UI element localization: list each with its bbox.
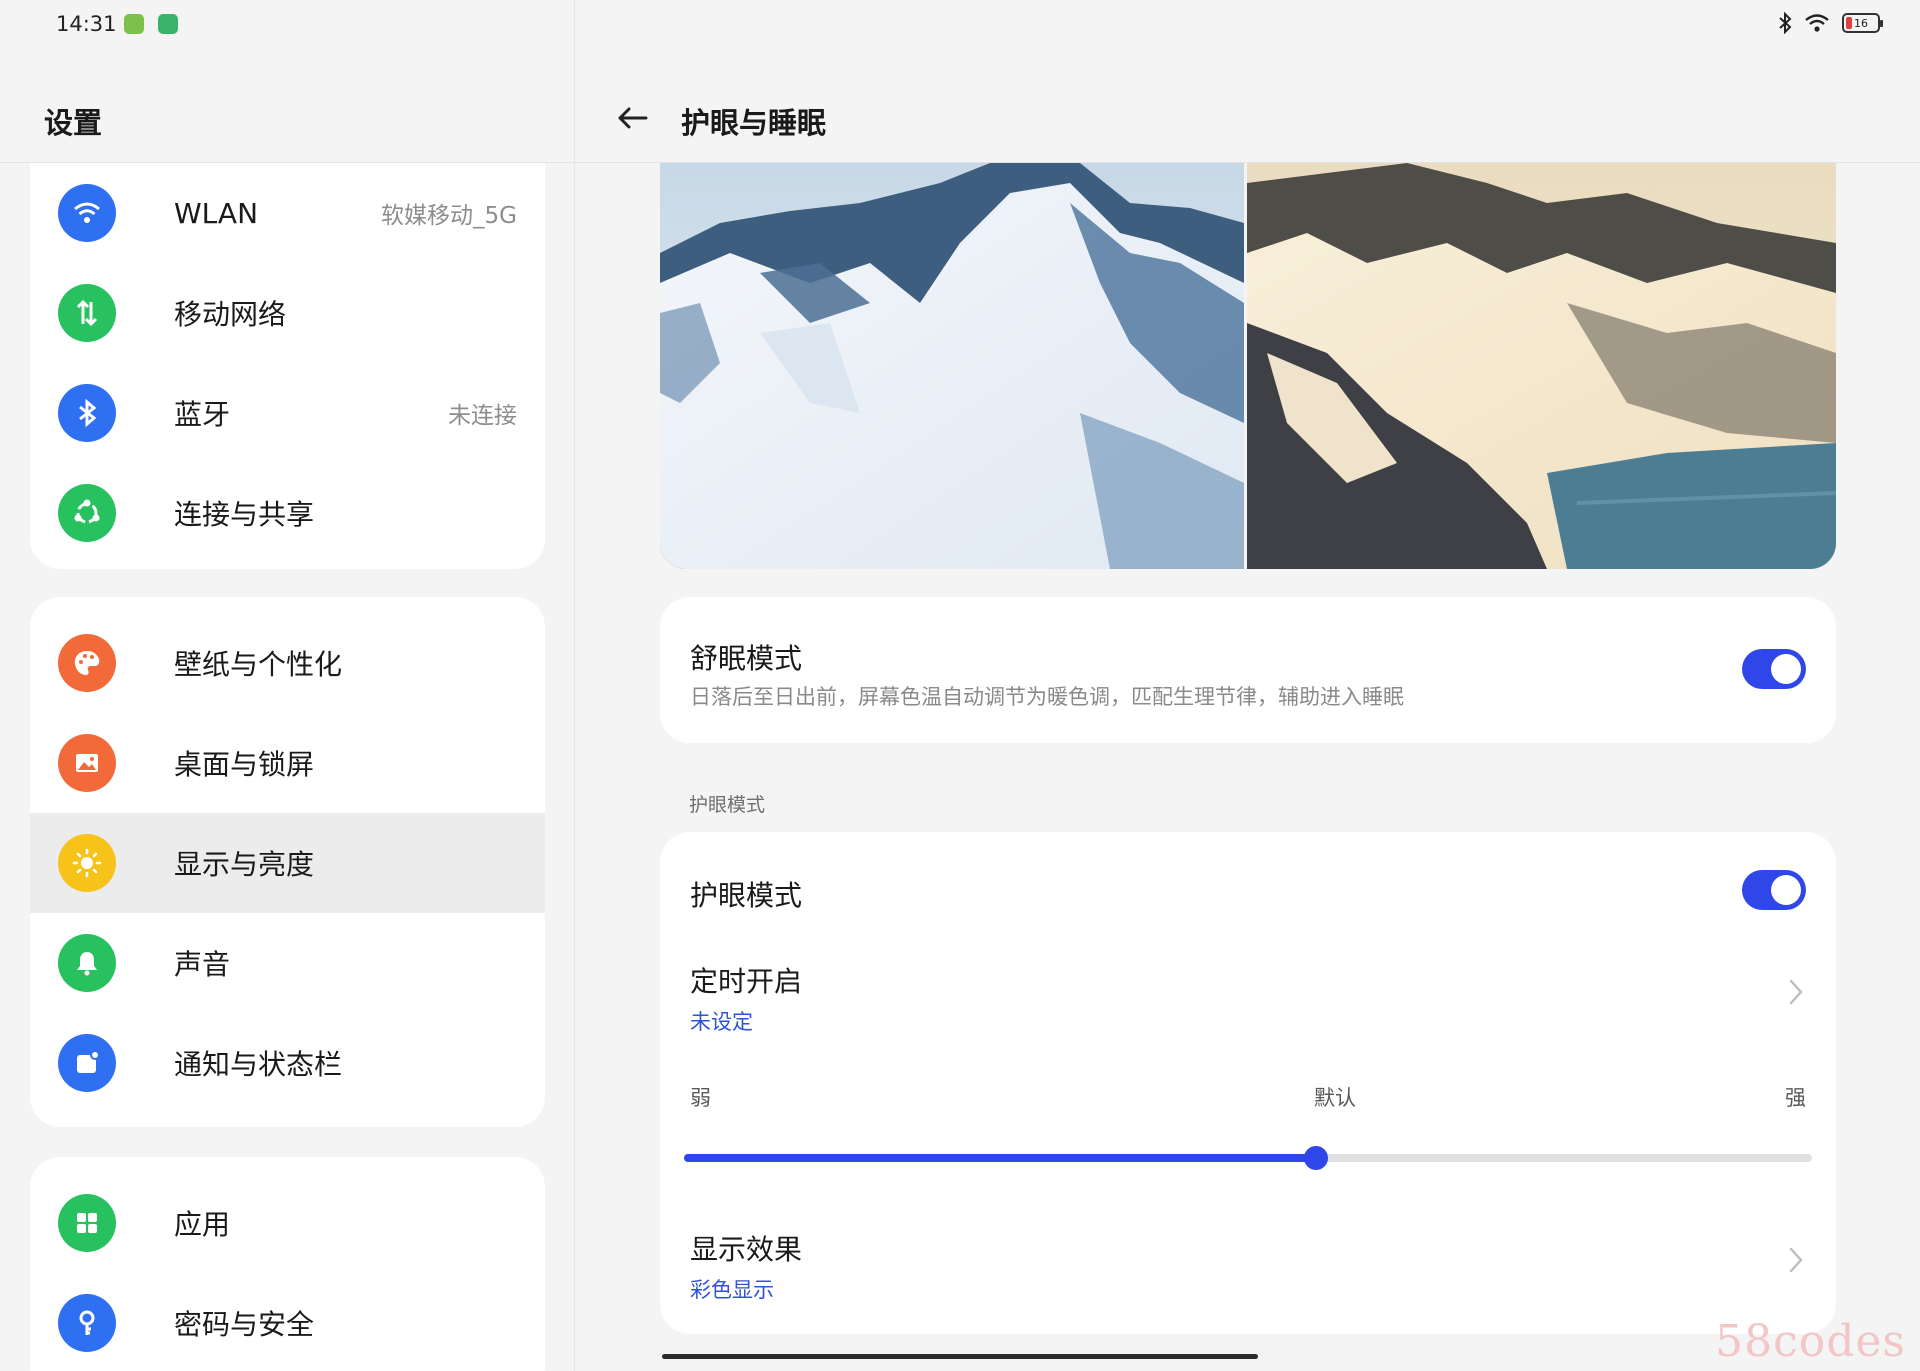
back-arrow-icon[interactable] xyxy=(614,99,652,137)
sidebar-item-notifications[interactable]: 通知与状态栏 xyxy=(30,1013,545,1113)
sidebar-item-label: 应用 xyxy=(174,1208,231,1241)
image-icon xyxy=(58,734,116,792)
sidebar-item-wallpaper[interactable]: 壁纸与个性化 xyxy=(30,613,545,713)
sidebar-item-password-security[interactable]: 密码与安全 xyxy=(30,1273,545,1371)
sun-icon xyxy=(58,834,116,892)
wifi-icon xyxy=(58,184,116,242)
intensity-slider-section: 弱 默认 强 xyxy=(660,1082,1836,1212)
sidebar-group-personalization: 壁纸与个性化 桌面与锁屏 显示与亮度 声音 通知与状态栏 xyxy=(30,597,545,1127)
sidebar-item-display-brightness[interactable]: 显示与亮度 xyxy=(30,813,545,913)
apps-icon xyxy=(58,1194,116,1252)
bluetooth-icon xyxy=(1779,12,1792,34)
sleep-mode-card: 舒眠模式 日落后至日出前，屏幕色温自动调节为暖色调，匹配生理节律，辅助进入睡眠 xyxy=(660,597,1836,743)
eye-mode-row[interactable]: 护眼模式 xyxy=(660,832,1836,942)
warm-tone-preview xyxy=(1247,163,1836,569)
slider-mid-label: 默认 xyxy=(1314,1086,1356,1110)
sleep-mode-description: 日落后至日出前，屏幕色温自动调节为暖色调，匹配生理节律，辅助进入睡眠 xyxy=(690,685,1404,709)
battery-icon: 16 xyxy=(1842,13,1883,33)
sidebar-group-apps-security: 应用 密码与安全 xyxy=(30,1157,545,1371)
sidebar-item-label: 移动网络 xyxy=(174,298,287,331)
schedule-value: 未设定 xyxy=(690,1010,753,1034)
intensity-slider-track[interactable] xyxy=(684,1146,1812,1170)
sidebar-item-label: 蓝牙 xyxy=(174,398,231,431)
mobile-data-icon xyxy=(58,284,116,342)
sidebar-item-label: 显示与亮度 xyxy=(174,848,315,881)
watermark-text: 58codes xyxy=(1715,1316,1906,1367)
display-effect-row[interactable]: 显示效果 彩色显示 xyxy=(660,1220,1836,1320)
sidebar-item-connection-sharing[interactable]: 连接与共享 xyxy=(30,463,545,563)
section-header-eye-care: 护眼模式 xyxy=(689,794,766,816)
notification-icon xyxy=(58,1034,116,1092)
sidebar-item-label: 密码与安全 xyxy=(174,1308,315,1341)
sidebar-item-sound[interactable]: 声音 xyxy=(30,913,545,1013)
cool-tone-preview xyxy=(660,163,1244,569)
color-temperature-preview-image xyxy=(660,163,1836,569)
eye-mode-toggle[interactable] xyxy=(1742,870,1806,910)
page-title: 护眼与睡眠 xyxy=(681,106,827,140)
display-effect-title: 显示效果 xyxy=(690,1233,803,1266)
sidebar-item-value: 未连接 xyxy=(448,403,517,429)
bell-icon xyxy=(58,934,116,992)
sleep-mode-toggle[interactable] xyxy=(1742,649,1806,689)
sidebar-item-apps[interactable]: 应用 xyxy=(30,1173,545,1273)
sidebar-item-label: 连接与共享 xyxy=(174,498,315,531)
sidebar-title: 设置 xyxy=(44,106,103,140)
sleep-mode-title: 舒眠模式 xyxy=(690,642,803,675)
sidebar-item-desktop-lockscreen[interactable]: 桌面与锁屏 xyxy=(30,713,545,813)
eye-mode-title: 护眼模式 xyxy=(690,879,803,912)
sidebar-item-label: WLAN xyxy=(174,196,259,230)
wifi-icon xyxy=(1805,14,1829,32)
intensity-slider-thumb[interactable] xyxy=(1303,1146,1328,1170)
status-icons: 16 xyxy=(1778,12,1883,34)
sidebar-item-label: 通知与状态栏 xyxy=(174,1048,343,1081)
sidebar-item-wlan[interactable]: WLAN 软媒移动_5G xyxy=(30,163,545,263)
key-icon xyxy=(58,1294,116,1352)
sidebar-item-label: 声音 xyxy=(174,948,231,981)
sidebar-item-value: 软媒移动_5G xyxy=(381,203,517,229)
display-effect-value: 彩色显示 xyxy=(690,1278,774,1302)
intensity-slider-fill xyxy=(684,1154,1316,1162)
slider-min-label: 弱 xyxy=(690,1086,711,1110)
schedule-title: 定时开启 xyxy=(690,965,803,998)
slider-max-label: 强 xyxy=(1785,1086,1806,1110)
schedule-row[interactable]: 定时开启 未设定 xyxy=(660,952,1836,1052)
chevron-right-icon xyxy=(1789,979,1803,1005)
sidebar-item-label: 壁纸与个性化 xyxy=(174,648,343,681)
battery-level: 16 xyxy=(1854,16,1868,30)
share-icon xyxy=(58,484,116,542)
sidebar-item-label: 桌面与锁屏 xyxy=(174,748,315,781)
chevron-right-icon xyxy=(1789,1247,1803,1273)
sidebar-item-mobile-network[interactable]: 移动网络 xyxy=(30,263,545,363)
eye-care-card: 护眼模式 定时开启 未设定 弱 默认 强 显示效果 彩色显示 xyxy=(660,832,1836,1334)
home-indicator[interactable] xyxy=(662,1354,1258,1359)
sidebar-group-connectivity: WLAN 软媒移动_5G 移动网络 蓝牙 未连接 连接与共享 xyxy=(30,163,545,569)
bluetooth-icon xyxy=(58,384,116,442)
sidebar-item-bluetooth[interactable]: 蓝牙 未连接 xyxy=(30,363,545,463)
palette-icon xyxy=(58,634,116,692)
